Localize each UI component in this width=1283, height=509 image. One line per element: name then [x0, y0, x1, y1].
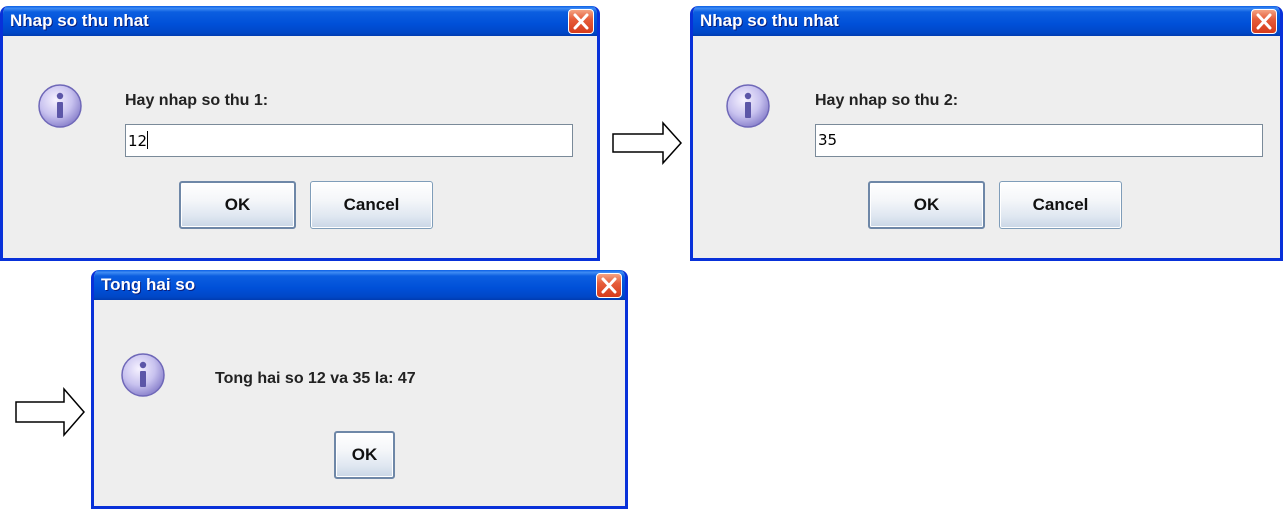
input-dialog-2: Nhap so thu nhat Hay nhap so thu 2: 35 O… — [690, 6, 1283, 261]
dialog-body: Hay nhap so thu 1: 12 OK Cancel — [3, 36, 597, 258]
window-title: Tong hai so — [101, 275, 196, 294]
arrow-right-icon — [15, 387, 85, 437]
ok-button[interactable]: OK — [868, 181, 985, 229]
input-value: 12 — [128, 132, 148, 150]
cancel-button[interactable]: Cancel — [999, 181, 1122, 229]
input-dialog-1: Nhap so thu nhat Hay nhap so thu 1: 12 O… — [0, 6, 600, 261]
prompt-label: Hay nhap so thu 1: — [125, 92, 269, 109]
info-icon — [726, 84, 770, 128]
close-icon — [573, 13, 589, 30]
info-icon — [121, 353, 165, 397]
title-bar[interactable]: Nhap so thu nhat — [3, 6, 597, 36]
close-button[interactable] — [596, 273, 622, 298]
title-bar[interactable]: Nhap so thu nhat — [693, 6, 1280, 36]
close-button[interactable] — [568, 9, 594, 34]
arrow-right-icon — [612, 121, 683, 165]
number-input[interactable]: 12 — [125, 124, 573, 157]
title-bar[interactable]: Tong hai so — [94, 270, 625, 300]
info-icon — [38, 84, 82, 128]
window-title: Nhap so thu nhat — [700, 11, 839, 30]
close-icon — [601, 277, 617, 294]
input-value: 35 — [818, 131, 838, 149]
window-title: Nhap so thu nhat — [10, 11, 149, 30]
close-icon — [1256, 13, 1272, 30]
cancel-button[interactable]: Cancel — [310, 181, 433, 229]
screenshot-canvas: Nhap so thu nhat Hay nhap so thu 1: 12 O… — [0, 0, 1283, 509]
result-message: Tong hai so 12 va 35 la: 47 — [215, 370, 416, 387]
dialog-body: Tong hai so 12 va 35 la: 47 OK — [94, 300, 625, 506]
ok-button[interactable]: OK — [179, 181, 296, 229]
dialog-body: Hay nhap so thu 2: 35 OK Cancel — [693, 36, 1280, 258]
ok-button[interactable]: OK — [334, 431, 395, 479]
number-input[interactable]: 35 — [815, 124, 1263, 157]
message-dialog: Tong hai so Tong hai so 12 va 35 la: 47 … — [91, 270, 628, 509]
text-caret — [147, 131, 149, 149]
prompt-label: Hay nhap so thu 2: — [815, 92, 959, 109]
close-button[interactable] — [1251, 9, 1277, 34]
